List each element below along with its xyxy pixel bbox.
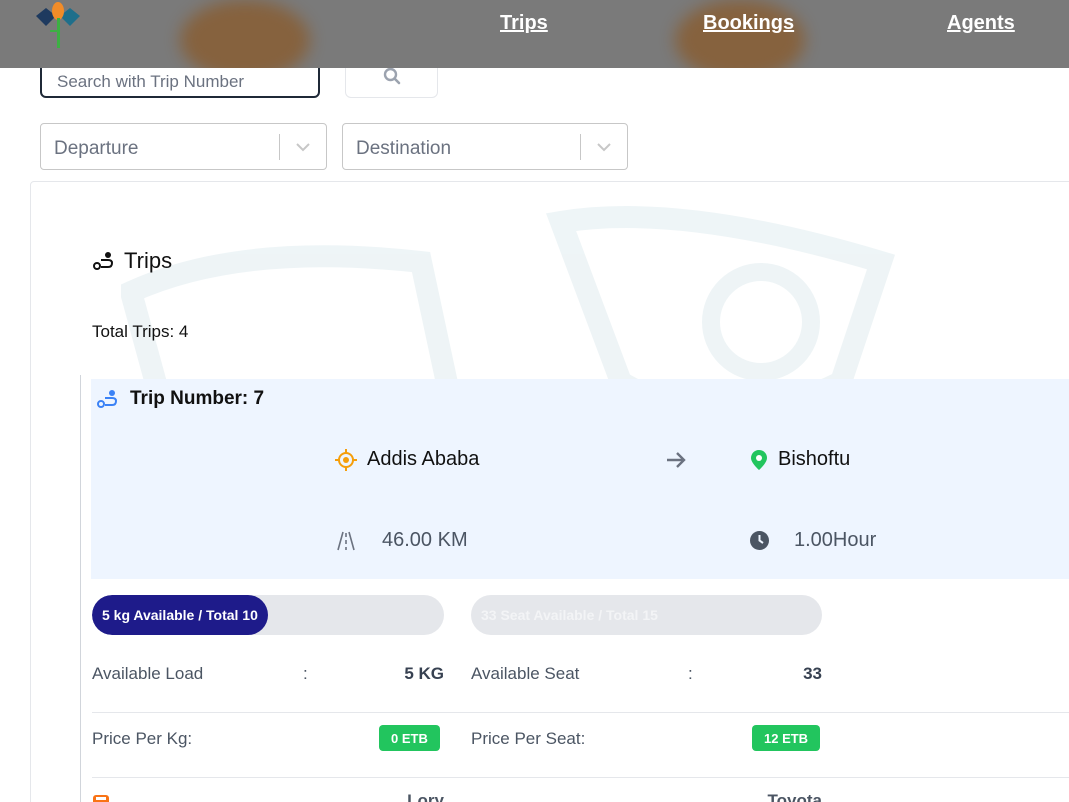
nav-link-trips[interactable]: Trips bbox=[500, 12, 548, 35]
price-per-seat-badge: 12 ETB bbox=[752, 725, 821, 751]
duration-value: 1.00Hour bbox=[794, 529, 877, 551]
seat-progress-label: 33 Seat Available / Total 15 bbox=[481, 607, 658, 623]
available-load-value: 5 KG bbox=[404, 664, 444, 683]
select-separator bbox=[279, 134, 280, 160]
trip-number-text: Trip Number: 7 bbox=[130, 388, 265, 409]
destination-city: Bishoftu bbox=[778, 448, 851, 470]
load-progress-label: 5 kg Available / Total 10 bbox=[102, 607, 258, 623]
clock-icon bbox=[750, 531, 769, 550]
header-background-blob bbox=[180, 0, 310, 68]
map-pin-icon bbox=[751, 449, 767, 470]
origin-city: Addis Ababa bbox=[367, 448, 480, 470]
trips-title-text: Trips bbox=[124, 248, 173, 273]
distance-value: 46.00 KM bbox=[382, 529, 468, 551]
truck-icon bbox=[93, 795, 109, 802]
trip-origin: Addis Ababa bbox=[335, 448, 479, 471]
departure-placeholder: Departure bbox=[54, 138, 139, 159]
route-icon bbox=[93, 252, 114, 270]
top-nav-bar: Trips Bookings Agents bbox=[0, 0, 1069, 68]
chevron-down-icon[interactable] bbox=[595, 138, 613, 156]
trip-duration: 1.00Hour bbox=[749, 529, 876, 552]
seat-progress-bar: 33 Seat Available / Total 15 bbox=[471, 595, 822, 635]
destination-select[interactable]: Destination bbox=[342, 123, 628, 170]
crosshair-icon bbox=[335, 448, 357, 471]
departure-select[interactable]: Departure bbox=[40, 123, 327, 170]
price-per-seat-label: Price Per Seat: bbox=[471, 729, 586, 748]
chevron-down-icon[interactable] bbox=[294, 138, 312, 156]
trip-distance: 46.00 KM bbox=[336, 529, 468, 552]
load-progress-fill: 5 kg Available / Total 10 bbox=[92, 595, 268, 635]
total-trips: Total Trips: 4 bbox=[92, 322, 189, 341]
arrow-right-icon bbox=[667, 452, 686, 468]
colon-separator: : bbox=[303, 664, 308, 683]
row-divider bbox=[92, 777, 1069, 778]
load-progress-bar: 5 kg Available / Total 10 bbox=[92, 595, 444, 635]
search-icon bbox=[383, 67, 400, 85]
road-icon bbox=[337, 531, 355, 550]
colon-separator: : bbox=[688, 664, 693, 683]
vehicle-make-value: Toyota bbox=[767, 791, 822, 802]
trips-heading: Trips bbox=[92, 248, 172, 274]
nav-link-bookings[interactable]: Bookings bbox=[703, 12, 794, 35]
vehicle-type-value: Lory bbox=[407, 791, 444, 802]
trip-destination: Bishoftu bbox=[750, 448, 850, 471]
trip-number: Trip Number: 7 bbox=[96, 388, 264, 410]
available-load-label: Available Load bbox=[92, 664, 204, 683]
available-seat-label: Available Seat bbox=[471, 664, 580, 683]
nav-link-agents[interactable]: Agents bbox=[947, 12, 1015, 35]
select-separator bbox=[580, 134, 581, 160]
available-seat-value: 33 bbox=[803, 664, 822, 683]
row-divider bbox=[92, 712, 1069, 713]
route-icon bbox=[97, 390, 118, 408]
destination-placeholder: Destination bbox=[356, 138, 452, 159]
price-per-kg-label: Price Per Kg: bbox=[92, 729, 193, 748]
price-per-kg-badge: 0 ETB bbox=[379, 725, 440, 751]
logo-icon[interactable] bbox=[34, 2, 82, 50]
